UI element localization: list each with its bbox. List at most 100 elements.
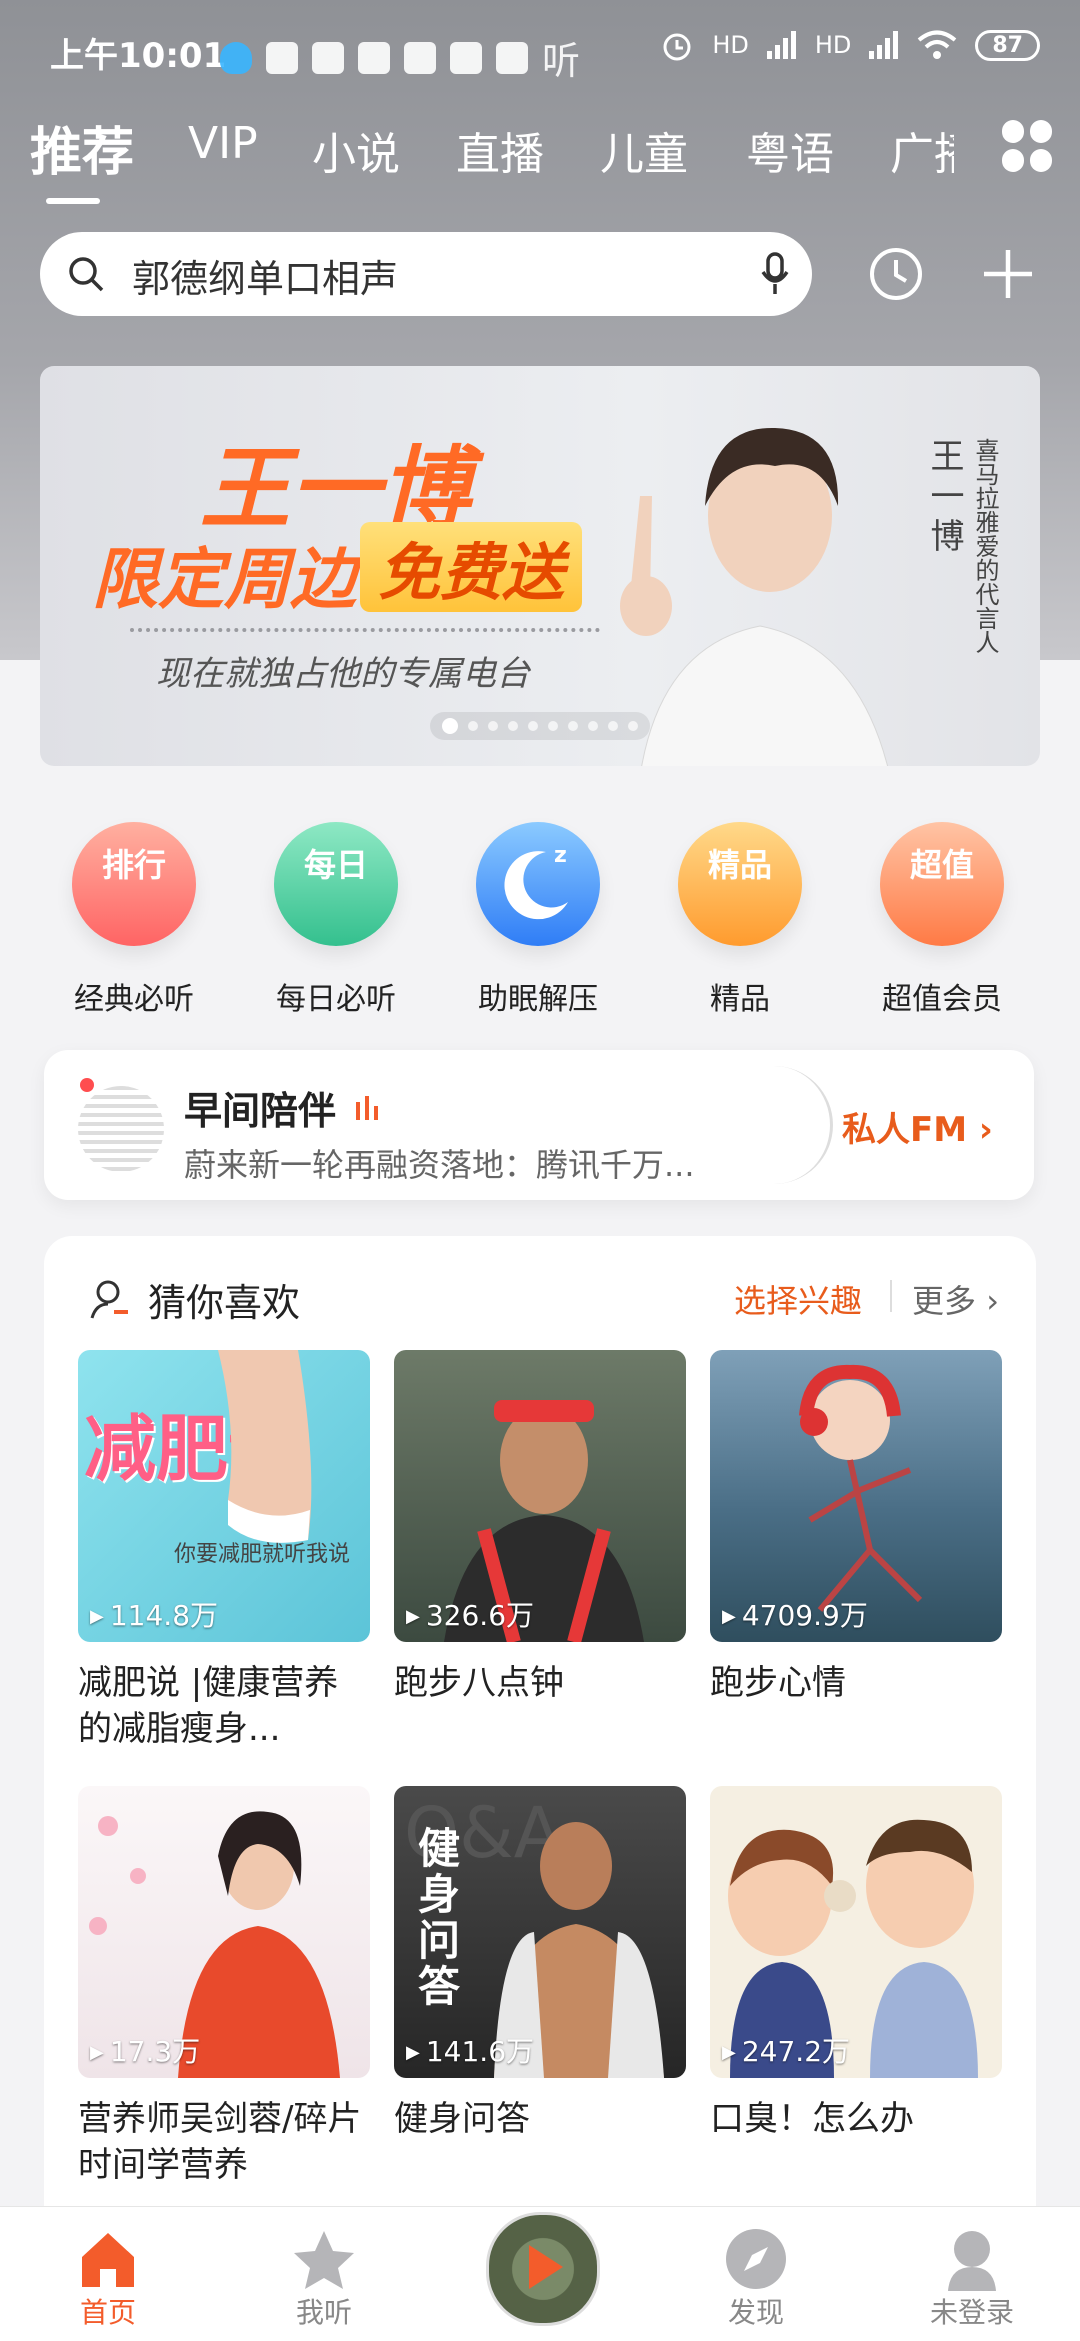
all-categories-icon[interactable] — [1002, 120, 1054, 172]
quick-entry-label: 超值会员 — [882, 982, 1002, 1017]
battery-indicator: 87 — [975, 29, 1040, 61]
private-fm-link[interactable]: 私人FM › — [842, 1102, 993, 1151]
app-notification-icon — [358, 41, 390, 74]
album-title: 减肥说 |健康营养的减脂瘦身... — [78, 1663, 339, 1749]
alarm-icon — [663, 33, 691, 61]
hd-label: HD — [814, 31, 852, 59]
tab-recommend[interactable]: 推荐 — [30, 110, 134, 185]
app-notification-icon — [404, 41, 436, 74]
album-cover: Q&A 健身问答 141.6万 — [394, 1786, 686, 2078]
fm-title: 早间陪伴 — [184, 1089, 337, 1133]
home-icon — [82, 2233, 134, 2287]
signal-icon — [869, 31, 899, 59]
album-title: 健身问答 — [394, 2099, 530, 2139]
user-heart-icon — [90, 1280, 128, 1319]
banner-line1: 限定周边 — [92, 541, 356, 618]
album-card[interactable]: 326.6万 跑步八点钟 — [394, 1350, 686, 1706]
quick-entry-daily[interactable]: 每日 每日必听 — [236, 800, 436, 1018]
choose-interests-link[interactable]: 选择兴趣 — [734, 1276, 862, 1322]
banner-line2: 免费送 — [360, 522, 583, 612]
album-title: 跑步心情 — [710, 1663, 846, 1703]
celebrity-photo — [620, 427, 888, 766]
album-card[interactable]: 247.2万 口臭！怎么办 — [710, 1786, 1002, 2142]
quick-entry-classic[interactable]: 排行 经典必听 — [34, 800, 234, 1018]
wifi-icon — [918, 30, 957, 59]
album-title: 跑步八点钟 — [394, 1663, 564, 1703]
notification-icons: 听 — [220, 30, 580, 85]
toutiao-notification-icon — [266, 41, 298, 74]
album-card[interactable]: 4709.9万 跑步心情 — [710, 1350, 1002, 1706]
live-dot-icon — [80, 1078, 94, 1092]
news-notification-icon — [312, 41, 344, 74]
quick-entry-vip[interactable]: 超值 超值会员 — [842, 800, 1042, 1018]
history-icon[interactable] — [866, 244, 926, 304]
album-cover: 247.2万 — [710, 1786, 1002, 2078]
status-time: 上午10:01 — [50, 36, 227, 76]
banner-tagline: 现在就独占他的专属电台 — [156, 654, 530, 694]
tab-live[interactable]: 直播 — [456, 118, 544, 182]
album-card[interactable]: 减肥说 你要减肥就听我说 114.8万 减肥说 |健康营养的减脂瘦身... — [78, 1350, 370, 1752]
play-count: 141.6万 — [406, 2030, 534, 2070]
equalizer-icon — [356, 1096, 378, 1120]
quick-entry-label: 经典必听 — [74, 982, 194, 1017]
nav-my-listen[interactable]: 我听 — [244, 2217, 404, 2331]
nav-profile[interactable]: 未登录 — [892, 2217, 1052, 2331]
play-count: 326.6万 — [406, 1594, 534, 1634]
album-card[interactable]: Q&A 健身问答 141.6万 健身问答 — [394, 1786, 686, 2142]
calendar-icon: 每日 — [274, 822, 398, 946]
vip-card-icon: 超值 — [880, 822, 1004, 946]
nav-discover[interactable]: 发现 — [676, 2217, 836, 2331]
signal-icon — [766, 31, 796, 59]
nav-label: 我听 — [295, 2296, 352, 2329]
qq-notification-icon — [220, 41, 252, 74]
crown-icon: 精品 — [678, 822, 802, 946]
svg-text:z: z — [554, 843, 567, 868]
quick-entry-sleep[interactable]: z 助眠解压 — [438, 800, 638, 1018]
album-title: 口臭！怎么办 — [710, 2099, 914, 2139]
search-input[interactable] — [130, 232, 754, 318]
more-link[interactable]: 更多 › — [912, 1276, 999, 1322]
nav-label: 首页 — [79, 2296, 136, 2329]
banner-divider — [130, 628, 600, 632]
quick-entry-row: 排行 经典必听 每日 每日必听 z 助眠解压 精品 精品 超值 超值会员 — [0, 800, 1080, 1030]
play-count: 247.2万 — [722, 2030, 850, 2070]
album-card[interactable]: 17.3万 营养师吴剑蓉/碎片时间学营养 — [78, 1786, 370, 2188]
now-playing-button[interactable] — [486, 2212, 600, 2326]
chevron-right-icon: › — [978, 1110, 993, 1150]
private-fm-card[interactable]: 早间陪伴 蔚来新一轮再融资落地：腾讯千万... 私人FM › — [44, 1050, 1034, 1200]
status-right: HD HD 87 — [660, 28, 1040, 62]
tab-vip[interactable]: VIP — [188, 118, 258, 169]
microphone-icon[interactable] — [760, 252, 790, 296]
nav-home[interactable]: 首页 — [28, 2217, 188, 2331]
tab-cantonese[interactable]: 粤语 — [746, 118, 834, 182]
album-cover: 4709.9万 — [710, 1350, 1002, 1642]
tab-radio[interactable]: 广播 — [890, 118, 954, 182]
moon-icon: z — [476, 822, 600, 946]
play-count: 17.3万 — [90, 2030, 200, 2070]
search-bar[interactable] — [40, 232, 812, 318]
tab-novel[interactable]: 小说 — [312, 118, 400, 182]
tab-children[interactable]: 儿童 — [600, 118, 688, 182]
fm-dial — [764, 1066, 833, 1184]
guess-you-like-section: 猜你喜欢 选择兴趣 更多 › 减肥说 你要减肥就听我说 114.8万 减肥说 |… — [44, 1236, 1036, 2236]
star-icon — [294, 2231, 354, 2289]
album-cover: 326.6万 — [394, 1350, 686, 1642]
add-icon[interactable] — [978, 244, 1038, 304]
quick-entry-label: 精品 — [710, 982, 770, 1017]
album-cover: 17.3万 — [78, 1786, 370, 2078]
status-bar: 上午10:01 听 HD HD 87 — [0, 0, 1080, 96]
play-count: 114.8万 — [90, 1594, 218, 1634]
promo-banner[interactable]: 王一博 限定周边 免费送 现在就独占他的专属电台 王一博 喜马拉雅爱的代言人 — [40, 366, 1040, 766]
quick-entry-premium[interactable]: 精品 精品 — [640, 800, 840, 1018]
hd-label: HD — [712, 31, 749, 59]
shop-notification-icon — [496, 41, 528, 74]
bank-notification-icon — [450, 41, 482, 74]
fm-disc-icon — [78, 1086, 164, 1172]
cover-title: 健身问答 — [418, 1824, 461, 2011]
ranking-icon: 排行 — [72, 822, 196, 946]
active-tab-indicator — [46, 198, 100, 204]
user-icon — [948, 2231, 996, 2291]
album-cover: 减肥说 你要减肥就听我说 114.8万 — [78, 1350, 370, 1642]
ting-notification-icon: 听 — [542, 39, 581, 83]
album-title: 营养师吴剑蓉/碎片时间学营养 — [78, 2099, 362, 2185]
